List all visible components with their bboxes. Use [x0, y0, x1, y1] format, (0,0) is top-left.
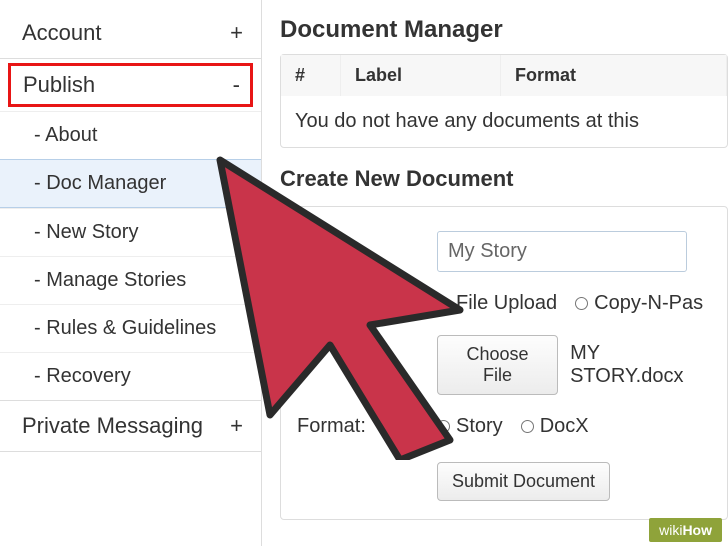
table-header-row: # Label Format: [281, 55, 727, 96]
sidebar-item-rules[interactable]: - Rules & Guidelines: [0, 304, 261, 352]
label-field-label: Label:: [297, 240, 437, 263]
sidebar-section-account[interactable]: Account +: [0, 8, 261, 58]
col-header-label: Label: [341, 55, 501, 96]
create-heading: Create New Document: [280, 166, 728, 192]
label-input[interactable]: [437, 231, 687, 272]
radio-file-upload[interactable]: File Upload: [437, 292, 557, 315]
sidebar: Account + Publish - - About - Doc Manage…: [0, 0, 262, 546]
col-header-number: #: [281, 55, 341, 96]
radio-format-docx[interactable]: DocX: [521, 415, 589, 438]
col-header-format: Format: [501, 55, 727, 96]
empty-documents-message: You do not have any documents at this: [281, 96, 727, 147]
sidebar-label-account: Account: [22, 20, 102, 46]
file-row: Choose File MY STORY.docx: [281, 325, 727, 405]
create-document-section: Create New Document Label: File Upload: [280, 166, 728, 520]
collapse-icon: -: [233, 72, 240, 98]
method-row: File Upload Copy-N-Pas: [281, 282, 727, 325]
sidebar-label-publish: Publish: [23, 72, 95, 98]
page-title: Document Manager: [280, 16, 728, 44]
sidebar-item-about[interactable]: - About: [0, 111, 261, 159]
expand-icon: +: [230, 413, 243, 439]
format-field-label: Format:: [297, 415, 437, 438]
radio-story-input[interactable]: [437, 420, 450, 433]
sidebar-section-publish[interactable]: Publish -: [8, 63, 253, 107]
sidebar-item-manage-stories[interactable]: - Manage Stories: [0, 256, 261, 304]
sidebar-item-doc-manager[interactable]: - Doc Manager: [0, 159, 261, 208]
expand-icon: +: [230, 20, 243, 46]
radio-docx-input[interactable]: [521, 420, 534, 433]
radio-upload-input[interactable]: [437, 297, 450, 310]
sidebar-item-recovery[interactable]: - Recovery: [0, 352, 261, 400]
create-form: Label: File Upload Copy-N-Pas: [280, 206, 728, 520]
radio-copy-input[interactable]: [575, 297, 588, 310]
format-row: Format: Story DocX: [281, 405, 727, 448]
label-row: Label:: [281, 221, 727, 282]
submit-document-button[interactable]: Submit Document: [437, 462, 610, 501]
choose-file-button[interactable]: Choose File: [437, 335, 558, 395]
chosen-file-name: MY STORY.docx: [570, 342, 711, 388]
radio-copy-paste[interactable]: Copy-N-Pas: [575, 292, 703, 315]
submit-row: Submit Document: [281, 448, 727, 505]
sidebar-section-pm[interactable]: Private Messaging +: [0, 401, 261, 451]
sidebar-item-new-story[interactable]: - New Story: [0, 208, 261, 256]
sidebar-label-pm: Private Messaging: [22, 413, 203, 439]
radio-format-story[interactable]: Story: [437, 415, 503, 438]
documents-table: # Label Format You do not have any docum…: [280, 54, 728, 148]
main-content: Document Manager # Label Format You do n…: [262, 0, 728, 546]
wikihow-badge: wikiHow: [649, 518, 722, 542]
